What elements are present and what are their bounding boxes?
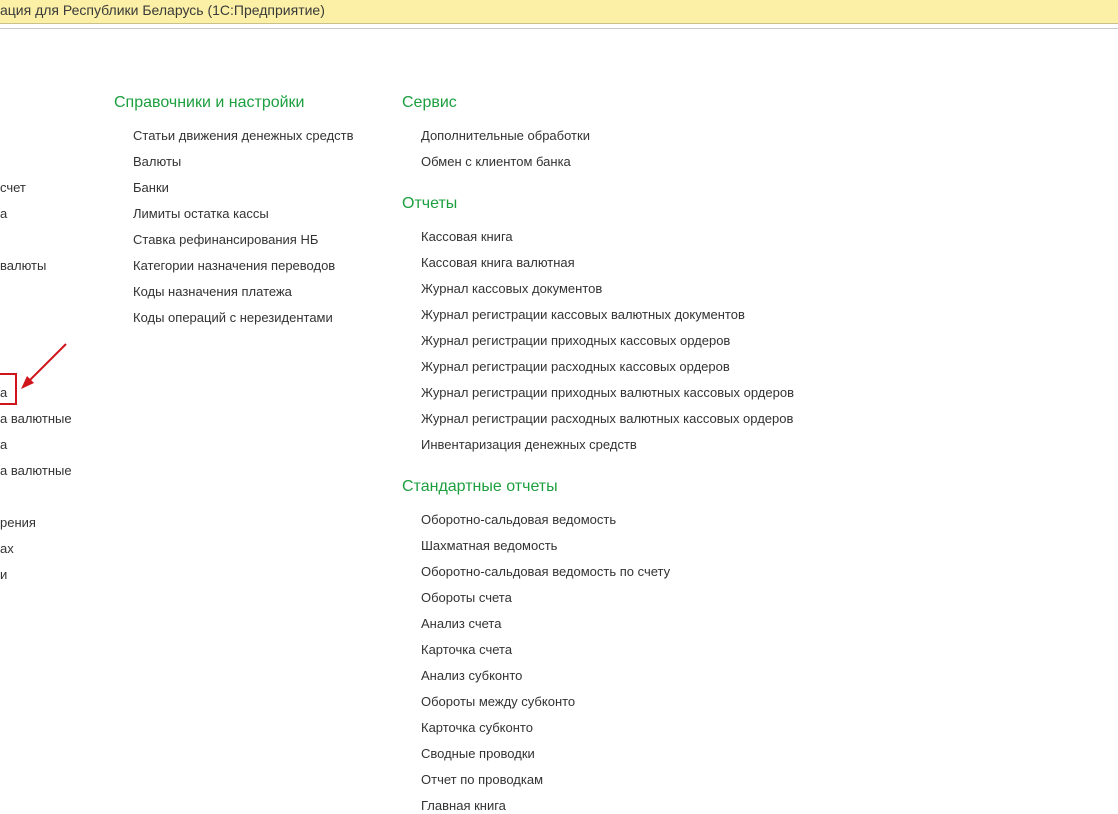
left-item-6[interactable]: а — [0, 437, 7, 453]
left-item-9[interactable]: ах — [0, 541, 14, 557]
link-cash-limits[interactable]: Лимиты остатка кассы — [133, 206, 269, 222]
window-title-bar: ация для Республики Беларусь (1С:Предпри… — [0, 0, 1118, 24]
link-additional-processing[interactable]: Дополнительные обработки — [421, 128, 590, 144]
link-trial-balance[interactable]: Оборотно-сальдовая ведомость — [421, 512, 616, 528]
link-account-analysis[interactable]: Анализ счета — [421, 616, 501, 632]
link-subconto-card[interactable]: Карточка субконто — [421, 720, 533, 736]
link-banks[interactable]: Банки — [133, 180, 169, 196]
section-title-standard-reports: Стандартные отчеты — [402, 478, 558, 495]
left-item-5[interactable]: а валютные — [0, 411, 72, 427]
link-subconto-analysis[interactable]: Анализ субконто — [421, 668, 522, 684]
link-account-card[interactable]: Карточка счета — [421, 642, 512, 658]
link-cash-book[interactable]: Кассовая книга — [421, 229, 513, 245]
left-item-3[interactable]: валюты — [0, 258, 46, 274]
annotation-highlight-box — [0, 373, 17, 405]
section-title-service: Сервис — [402, 94, 457, 111]
link-entries-report[interactable]: Отчет по проводкам — [421, 772, 543, 788]
left-item-7[interactable]: а валютные — [0, 463, 72, 479]
link-outgoing-orders-journal[interactable]: Журнал регистрации расходных кассовых ор… — [421, 359, 730, 375]
left-item-2[interactable]: а — [0, 206, 7, 222]
link-trial-balance-by-account[interactable]: Оборотно-сальдовая ведомость по счету — [421, 564, 670, 580]
left-item-10[interactable]: и — [0, 567, 7, 583]
link-nonresident-codes[interactable]: Коды операций с нерезидентами — [133, 310, 333, 326]
link-subconto-turnover[interactable]: Обороты между субконто — [421, 694, 575, 710]
link-cash-book-currency[interactable]: Кассовая книга валютная — [421, 255, 575, 271]
link-payment-codes[interactable]: Коды назначения платежа — [133, 284, 292, 300]
section-title-reports: Отчеты — [402, 195, 458, 212]
link-incoming-orders-journal[interactable]: Журнал регистрации приходных кассовых ор… — [421, 333, 730, 349]
window-title: ация для Республики Беларусь (1С:Предпри… — [0, 2, 325, 18]
link-summary-entries[interactable]: Сводные проводки — [421, 746, 535, 762]
link-cash-documents-journal[interactable]: Журнал кассовых документов — [421, 281, 602, 297]
link-currencies[interactable]: Валюты — [133, 154, 181, 170]
link-bank-client-exchange[interactable]: Обмен с клиентом банка — [421, 154, 571, 170]
left-item-1[interactable]: счет — [0, 180, 26, 196]
annotation-arrow-icon — [21, 343, 67, 389]
link-account-turnover[interactable]: Обороты счета — [421, 590, 512, 606]
link-general-ledger[interactable]: Главная книга — [421, 798, 506, 814]
link-incoming-currency-orders-journal[interactable]: Журнал регистрации приходных валютных ка… — [421, 385, 794, 401]
left-item-8[interactable]: рения — [0, 515, 36, 531]
link-cash-flow-items[interactable]: Статьи движения денежных средств — [133, 128, 354, 144]
link-currency-cash-docs-journal[interactable]: Журнал регистрации кассовых валютных док… — [421, 307, 745, 323]
section-title-references: Справочники и настройки — [114, 94, 305, 111]
link-outgoing-currency-orders-journal[interactable]: Журнал регистрации расходных валютных ка… — [421, 411, 793, 427]
link-refinancing-rate[interactable]: Ставка рефинансирования НБ — [133, 232, 318, 248]
link-chess-statement[interactable]: Шахматная ведомость — [421, 538, 557, 554]
title-separator — [0, 28, 1118, 29]
link-cash-inventory[interactable]: Инвентаризация денежных средств — [421, 437, 637, 453]
link-transfer-categories[interactable]: Категории назначения переводов — [133, 258, 335, 274]
